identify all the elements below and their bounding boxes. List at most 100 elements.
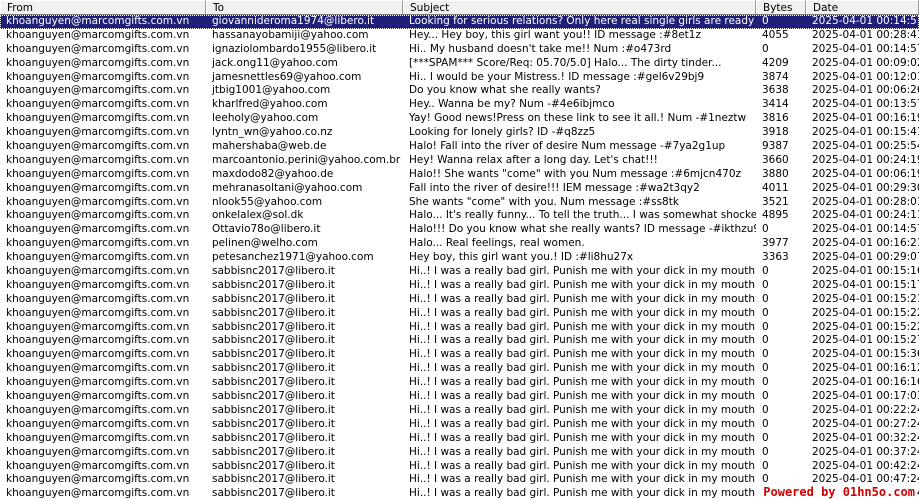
table-row[interactable]: khoanguyen@marcomgifts.com.vn sabbisnc201… [0,404,919,418]
table-row[interactable]: khoanguyen@marcomgifts.com.vn sabbisnc201… [0,362,919,376]
table-row[interactable]: khoanguyen@marcomgifts.com.vn petesanchez… [0,251,919,265]
to-cell: sabbisnc2017@libero.it [212,348,335,361]
to-cell: nlook55@yahoo.com [212,195,323,208]
subject-cell: Hey... Hey boy, this girl want you!! ID … [409,28,701,41]
to-cell: sabbisnc2017@libero.it [212,390,335,403]
subject-cell: Do you know what she really wants? [409,84,601,97]
table-row[interactable]: khoanguyen@marcomgifts.com.vn sabbisnc201… [0,293,919,307]
column-header-row: From To Subject Bytes Date [0,0,919,15]
column-header-to[interactable]: To [206,0,403,14]
date-cell: 2025-04-01 00:15:27 [812,334,919,347]
date-cell: 2025-04-01 00:12:01 [812,70,919,83]
bytes-cell: 0 [762,445,769,458]
bytes-cell: 0 [762,278,769,291]
from-cell: khoanguyen@marcomgifts.com.vn [6,306,190,319]
bytes-cell: 3521 [762,195,789,208]
table-row[interactable]: khoanguyen@marcomgifts.com.vn kharlfred@y… [0,98,919,112]
bytes-cell: 0 [762,376,769,389]
to-cell: marcoantonio.perini@yahoo.com.br [212,153,401,166]
date-cell: 2025-04-01 00:09:02 [812,56,919,69]
subject-cell: She wants "come" with you. Num message :… [409,195,679,208]
to-cell: jack.ong11@yahoo.com [212,56,338,69]
date-cell: 2025-04-01 00:14:57 [812,15,919,27]
date-cell: 2025-04-01 00:15:21 [812,292,919,305]
from-cell: khoanguyen@marcomgifts.com.vn [6,334,190,347]
column-header-from[interactable]: From [0,0,206,14]
table-row[interactable]: khoanguyen@marcomgifts.com.vn sabbisnc201… [0,348,919,362]
table-row[interactable]: khoanguyen@marcomgifts.com.vn hassanayoba… [0,29,919,43]
table-row[interactable]: khoanguyen@marcomgifts.com.vn pelinen@wel… [0,237,919,251]
date-cell: 2025-04-01 00:06:26 [812,84,919,97]
table-row[interactable]: khoanguyen@marcomgifts.com.vn jamesnettle… [0,71,919,85]
date-cell: 2025-04-01 00:25:54 [812,140,919,153]
table-row[interactable]: khoanguyen@marcomgifts.com.vn lyntn_wn@ya… [0,126,919,140]
subject-cell: Hi..! I was a really bad girl. Punish me… [409,459,756,472]
table-row[interactable]: khoanguyen@marcomgifts.com.vn marcoantoni… [0,154,919,168]
subject-cell: Hi..! I was a really bad girl. Punish me… [409,417,756,430]
table-row[interactable]: khoanguyen@marcomgifts.com.vn sabbisnc201… [0,390,919,404]
to-cell: mahershaba@web.de [212,140,327,153]
column-header-subject[interactable]: Subject [403,0,756,14]
date-cell: 2025-04-01 00:15:17 [812,278,919,291]
subject-cell: Hey! Wanna relax after a long day. Let's… [409,153,658,166]
watermark-text: Powered by 01hn5o.com [761,485,917,499]
subject-cell: Hi..! I was a really bad girl. Punish me… [409,292,756,305]
bytes-cell: 3880 [762,167,789,180]
from-cell: khoanguyen@marcomgifts.com.vn [6,417,190,430]
date-cell: 2025-04-01 00:16:16 [812,376,919,389]
bytes-cell: 3660 [762,153,789,166]
table-row[interactable]: khoanguyen@marcomgifts.com.vn nlook55@yah… [0,196,919,210]
table-row[interactable]: khoanguyen@marcomgifts.com.vn Ottavio78o@… [0,223,919,237]
subject-cell: Halo! Fall into the river of desire Num … [409,140,726,153]
from-cell: khoanguyen@marcomgifts.com.vn [6,376,190,389]
from-cell: khoanguyen@marcomgifts.com.vn [6,42,190,55]
table-row[interactable]: khoanguyen@marcomgifts.com.vn sabbisnc201… [0,279,919,293]
subject-cell: Hi..! I was a really bad girl. Punish me… [409,487,756,499]
table-row[interactable]: khoanguyen@marcomgifts.com.vn mehranasolt… [0,182,919,196]
table-row[interactable]: khoanguyen@marcomgifts.com.vn jtbig1001@y… [0,84,919,98]
subject-cell: Yay! Good news!Press on these link to se… [409,112,747,125]
bytes-cell: 0 [762,431,769,444]
from-cell: khoanguyen@marcomgifts.com.vn [6,56,190,69]
date-cell: 2025-04-01 00:24:11 [812,209,919,222]
subject-cell: Hi..! I was a really bad girl. Punish me… [409,390,756,403]
from-cell: khoanguyen@marcomgifts.com.vn [6,473,190,486]
bytes-cell: 3816 [762,112,789,125]
table-row[interactable]: khoanguyen@marcomgifts.com.vn onkelalex@s… [0,209,919,223]
table-row[interactable]: khoanguyen@marcomgifts.com.vn sabbisnc201… [0,432,919,446]
from-cell: khoanguyen@marcomgifts.com.vn [6,320,190,333]
bytes-cell: 4055 [762,28,789,41]
to-cell: jtbig1001@yahoo.com [212,84,331,97]
message-rows: khoanguyen@marcomgifts.com.vn giovannider… [0,15,919,499]
to-cell: giovannideroma1974@libero.it [212,15,375,27]
table-row[interactable]: khoanguyen@marcomgifts.com.vn sabbisnc201… [0,446,919,460]
table-row[interactable]: khoanguyen@marcomgifts.com.vn mahershaba@… [0,140,919,154]
subject-cell: Halo... It's really funny... To tell the… [409,209,756,222]
table-row[interactable]: khoanguyen@marcomgifts.com.vn sabbisnc201… [0,418,919,432]
date-cell: 2025-04-01 00:32:24 [812,431,919,444]
table-row[interactable]: khoanguyen@marcomgifts.com.vn giovannider… [0,15,919,29]
column-header-date[interactable]: Date [806,0,919,14]
to-cell: sabbisnc2017@libero.it [212,306,335,319]
table-row[interactable]: khoanguyen@marcomgifts.com.vn sabbisnc201… [0,460,919,474]
column-header-bytes[interactable]: Bytes [756,0,806,14]
table-row[interactable]: khoanguyen@marcomgifts.com.vn sabbisnc201… [0,376,919,390]
table-row[interactable]: khoanguyen@marcomgifts.com.vn sabbisnc201… [0,321,919,335]
from-cell: khoanguyen@marcomgifts.com.vn [6,84,190,97]
from-cell: khoanguyen@marcomgifts.com.vn [6,98,190,111]
subject-cell: Hi..! I was a really bad girl. Punish me… [409,473,756,486]
subject-cell: Hi..! I was a really bad girl. Punish me… [409,306,756,319]
subject-cell: Halo... Real feelings, real women. [409,237,585,250]
table-row[interactable]: khoanguyen@marcomgifts.com.vn sabbisnc201… [0,307,919,321]
bytes-cell: 3414 [762,98,789,111]
from-cell: khoanguyen@marcomgifts.com.vn [6,167,190,180]
table-row[interactable]: khoanguyen@marcomgifts.com.vn sabbisnc201… [0,334,919,348]
from-cell: khoanguyen@marcomgifts.com.vn [6,112,190,125]
table-row[interactable]: khoanguyen@marcomgifts.com.vn leeholy@yah… [0,112,919,126]
date-cell: 2025-04-01 00:27:24 [812,417,919,430]
table-row[interactable]: khoanguyen@marcomgifts.com.vn jack.ong11@… [0,57,919,71]
bytes-cell: 4895 [762,209,789,222]
table-row[interactable]: khoanguyen@marcomgifts.com.vn maxdodo82@y… [0,168,919,182]
table-row[interactable]: khoanguyen@marcomgifts.com.vn ignaziolomb… [0,43,919,57]
table-row[interactable]: khoanguyen@marcomgifts.com.vn sabbisnc201… [0,265,919,279]
